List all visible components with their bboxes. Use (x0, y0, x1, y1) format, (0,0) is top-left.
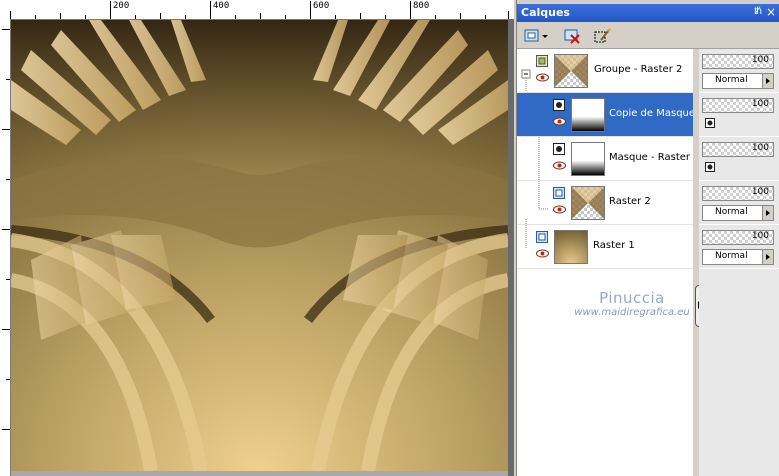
mask-link-icon[interactable] (705, 118, 715, 128)
new-layer-button[interactable] (521, 26, 551, 45)
chevron-right-icon (762, 206, 773, 220)
mask-wand-button[interactable] (591, 26, 613, 45)
ruler-label-400: 400 (213, 1, 230, 11)
layer-name: Raster 1 (593, 240, 635, 251)
chevron-right-icon (762, 250, 773, 264)
blend-mode-select[interactable]: Normal (702, 249, 774, 265)
horizontal-ruler: 200 400 600 800 (0, 0, 514, 20)
ruler-label-800: 800 (413, 1, 430, 11)
opacity-slider[interactable]: 100 (702, 54, 774, 69)
layer-thumbnail (554, 54, 588, 88)
layer-props-row: 100 (699, 137, 779, 181)
eye-icon[interactable] (553, 205, 566, 214)
layer-props-row: 100 Normal (699, 225, 779, 269)
layer-props-row: 100 Normal (699, 181, 779, 225)
blend-mode-select[interactable]: Normal (702, 73, 774, 89)
vertical-ruler (0, 19, 11, 476)
mask-icon (553, 143, 565, 155)
layer-row-raster-2[interactable]: Raster 2 (517, 181, 693, 225)
mask-wand-icon (594, 28, 611, 42)
chevron-right-icon (762, 74, 773, 88)
opacity-slider[interactable]: 100 (702, 98, 774, 113)
layers-palette: Calques ᵺ × Groupe - Raster 2 Copie de M… (516, 0, 779, 476)
layer-name: Raster 2 (609, 196, 651, 207)
layer-name: Masque - Raster 2 (609, 152, 700, 163)
eye-icon[interactable] (536, 249, 549, 258)
layer-name: Groupe - Raster 2 (594, 64, 683, 75)
delete-layer-button[interactable] (561, 26, 583, 45)
layer-row-groupe-raster-2[interactable]: Groupe - Raster 2 (517, 49, 693, 93)
delete-layer-icon (564, 29, 580, 44)
layer-row-masque-raster-2[interactable]: Masque - Raster 2 (517, 137, 700, 181)
raster-layer-icon (536, 231, 548, 243)
blend-mode-select[interactable]: Normal (702, 205, 774, 221)
eye-icon[interactable] (536, 73, 549, 82)
layer-thumbnail (571, 142, 605, 176)
layer-thumbnail (571, 98, 605, 132)
palette-title-bar[interactable]: Calques ᵺ × (517, 4, 779, 22)
eye-icon[interactable] (553, 117, 566, 126)
raster-layer-icon (553, 187, 565, 199)
layer-props-row: 100 Normal (699, 49, 779, 93)
layer-row-raster-1[interactable]: Raster 1 (517, 225, 693, 269)
layer-thumbnail (554, 230, 588, 264)
opacity-slider[interactable]: 100 (702, 230, 774, 245)
canvas-scroll-edge (508, 19, 514, 476)
canvas-artwork[interactable] (11, 20, 508, 471)
watermark-name: Pinuccia (599, 289, 665, 307)
layer-row-copie-de-masque[interactable]: Copie de Masque - (517, 93, 702, 137)
mask-icon (553, 99, 565, 111)
eye-icon[interactable] (553, 161, 566, 170)
pin-icon[interactable]: ᵺ (754, 6, 762, 17)
ruler-label-200: 200 (113, 1, 130, 11)
ruler-label-600: 600 (313, 1, 330, 11)
image-window: 200 400 600 800 (0, 0, 514, 476)
layer-props-row: 100 (699, 93, 779, 137)
layer-properties-column: 100 Normal 100 100 100 Normal 100 Normal (699, 49, 779, 476)
group-layer-icon (536, 55, 548, 67)
watermark: Pinuccia www.maidiregrafica.eu (557, 289, 707, 318)
close-icon[interactable]: × (766, 5, 776, 19)
mask-link-icon[interactable] (705, 162, 715, 172)
opacity-slider[interactable]: 100 (702, 142, 774, 157)
layer-thumbnail (571, 186, 605, 220)
palette-toolbar (517, 23, 779, 49)
palette-title: Calques (521, 6, 570, 19)
opacity-slider[interactable]: 100 (702, 186, 774, 201)
layer-list: Groupe - Raster 2 Copie de Masque - Masq… (517, 49, 702, 476)
new-layer-icon (524, 29, 548, 41)
watermark-url: www.maidiregrafica.eu (574, 307, 690, 318)
layer-name: Copie de Masque - (609, 108, 702, 119)
